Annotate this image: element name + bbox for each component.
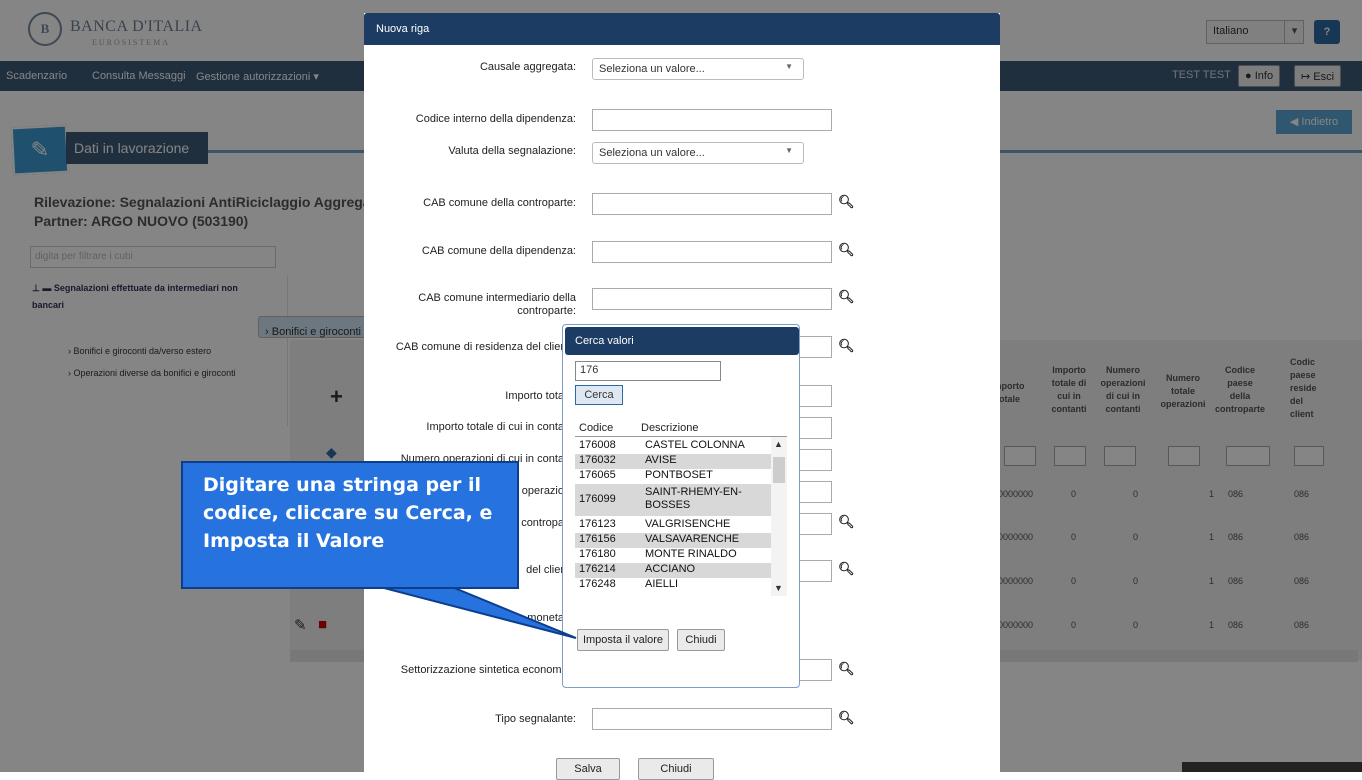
callout-pointer (379, 586, 577, 639)
tutorial-callout: Digitare una stringa per il codice, clic… (181, 461, 519, 589)
callout-pointer-shape (379, 586, 577, 639)
taskbar-fragment (1182, 762, 1362, 772)
